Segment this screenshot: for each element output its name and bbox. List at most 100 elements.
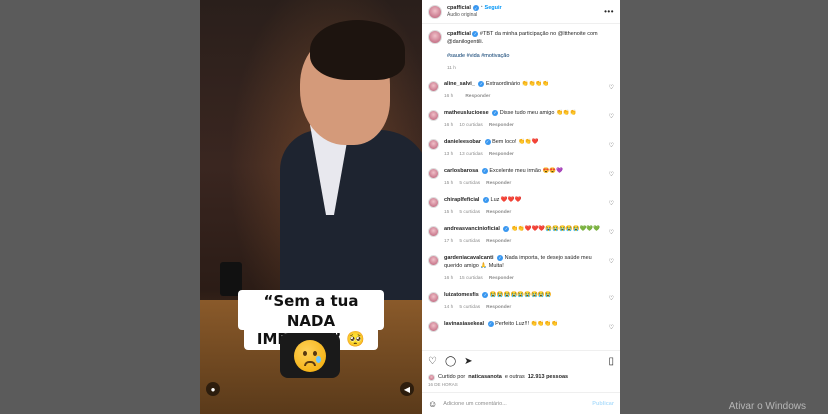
heart-icon[interactable]: ♡ xyxy=(609,295,614,302)
comment-item: aline_salvi_ ✓ Extraordinário 👏👏👏👏 16 h … xyxy=(428,80,614,101)
comment-text: Extraordinário 👏👏👏👏 xyxy=(485,81,550,88)
commenter-avatar[interactable] xyxy=(428,167,439,179)
comment-text: Luz ❤️❤️❤️ xyxy=(490,197,522,204)
reply-button[interactable]: Responder xyxy=(489,276,514,283)
reply-button[interactable]: Responder xyxy=(486,239,511,246)
likes-summary[interactable]: Curtido por naticasanota e outras 12.913… xyxy=(422,372,620,382)
commenter-avatar[interactable] xyxy=(428,80,439,92)
comment-likes[interactable]: 5 curtidas xyxy=(459,210,480,217)
comment-text: 👏👏❤️❤️❤️😭😭😭😭😭💚💚💚 xyxy=(511,226,601,233)
commenter-avatar[interactable] xyxy=(428,197,439,208)
heart-icon[interactable]: ♡ xyxy=(609,229,614,236)
heart-icon[interactable]: ♡ xyxy=(609,200,614,207)
heart-icon[interactable]: ♡ xyxy=(609,84,614,91)
comment-time: 13 h xyxy=(444,152,454,158)
action-bar: ♡ ◯ ➤ ▯ xyxy=(422,350,620,372)
verified-icon: ✓ xyxy=(483,197,489,203)
commenter-avatar[interactable] xyxy=(428,226,439,238)
commenter-avatar[interactable] xyxy=(428,138,439,150)
heart-icon[interactable]: ♡ xyxy=(609,324,614,331)
commenter-username[interactable]: lavinasiasekeal xyxy=(444,321,484,327)
verified-icon: ✓ xyxy=(484,138,491,145)
follow-button[interactable]: Seguir xyxy=(485,5,502,12)
post-modal: “Sem a tua saúde, NADA IMPORTA” 🥺 ● ◀ cp… xyxy=(200,0,620,414)
video-player[interactable]: “Sem a tua saúde, NADA IMPORTA” 🥺 ● ◀ xyxy=(200,0,422,414)
reply-button[interactable]: Responder xyxy=(486,210,511,217)
commenter-avatar[interactable] xyxy=(428,255,439,267)
commenter-avatar[interactable] xyxy=(428,292,439,304)
commenter-username[interactable]: aline_salvi_ xyxy=(444,81,475,87)
emoji-icon[interactable]: ☺ xyxy=(428,399,437,409)
author-avatar[interactable] xyxy=(428,4,442,19)
commenter-username[interactable]: gardeniacavalcanti xyxy=(444,255,494,261)
likes-suffix: e outras xyxy=(504,374,525,380)
comment-text: Perfeito Luz!!! 👏👏👏👏 xyxy=(495,321,558,328)
verified-icon: ✓ xyxy=(472,31,479,37)
comment-likes[interactable]: 5 curtidas xyxy=(459,239,480,246)
comment-text: Disse tudo meu amigo 👏👏👏 xyxy=(499,110,577,117)
caption-hashtags[interactable]: #saude #vida #motivação xyxy=(447,52,614,60)
publish-button[interactable]: Publicar xyxy=(592,401,614,407)
windows-activation-watermark: Ativar o Windows xyxy=(728,401,806,412)
comment-icon[interactable]: ◯ xyxy=(445,356,456,367)
heart-icon[interactable]: ♡ xyxy=(428,356,437,367)
commenter-username[interactable]: andreasvancinioficial xyxy=(444,226,500,232)
heart-icon[interactable]: ♡ xyxy=(609,113,614,120)
crying-face-icon xyxy=(294,339,326,372)
commenter-avatar[interactable] xyxy=(428,109,439,121)
comment-time: 16 h xyxy=(444,123,454,129)
comment-time: 15 h xyxy=(444,210,454,216)
comment-text: Bem loco! 👏👏❤️ xyxy=(492,139,539,146)
verified-icon: ✓ xyxy=(492,109,499,116)
reply-button[interactable]: Responder xyxy=(486,181,511,188)
comment-item: lavinasiasekeal ✓ Perfeito Luz!!! 👏👏👏👏 ♡ xyxy=(428,321,614,334)
mute-icon[interactable]: ◀ xyxy=(400,382,414,396)
comment-item: gardeniacavalcanti ✓ Nada importa, te de… xyxy=(428,255,614,283)
verified-icon: ✓ xyxy=(487,321,494,328)
comment-item: chiraplfeficial ✓ Luz ❤️❤️❤️ 15 h 5 curt… xyxy=(428,197,614,217)
heart-icon[interactable]: ♡ xyxy=(609,171,614,178)
commenter-username[interactable]: chiraplfeficial xyxy=(444,197,479,203)
commenter-username[interactable]: matheuslucioese xyxy=(444,110,489,116)
likes-prefix: Curtido por xyxy=(438,374,466,380)
person-hair xyxy=(310,20,405,80)
comment-likes[interactable]: 5 curtidas xyxy=(459,181,480,188)
comment-likes[interactable]: 15 curtidas xyxy=(459,276,482,283)
post-caption: cpafficial ✓ #TBT da minha participação … xyxy=(428,30,614,72)
comment-likes[interactable]: 10 curtidas xyxy=(459,123,482,130)
post-date: 16 DE HORAS xyxy=(428,382,458,387)
comment-likes[interactable]: 13 curtidas xyxy=(459,152,482,159)
comment-likes[interactable]: 5 curtidas xyxy=(459,305,480,312)
heart-icon[interactable]: ♡ xyxy=(609,258,614,265)
commenter-username[interactable]: luizatomesfis xyxy=(444,292,479,298)
reply-button[interactable]: Responder xyxy=(486,305,511,312)
share-icon[interactable]: ➤ xyxy=(464,356,472,367)
caption-username[interactable]: cpafficial xyxy=(447,31,471,37)
reply-button[interactable]: Responder xyxy=(489,123,514,130)
bookmark-icon[interactable]: ▯ xyxy=(608,356,614,367)
verified-icon: ✓ xyxy=(497,255,504,262)
comment-item: carlosbarosa ✓ Excelente meu irmão 😍😍💜 1… xyxy=(428,167,614,188)
commenter-avatar[interactable] xyxy=(428,321,439,333)
comment-input[interactable]: Adicione um comentário... xyxy=(443,401,507,407)
verified-icon: ✓ xyxy=(503,226,510,233)
audio-label[interactable]: Áudio original xyxy=(447,12,502,18)
post-header: cpafficial ✓ • Seguir Áudio original ••• xyxy=(422,0,620,24)
comment-time: 17 h xyxy=(444,239,454,245)
reply-button[interactable]: Responder xyxy=(465,94,490,101)
commenter-username[interactable]: carlosbarosa xyxy=(444,168,478,174)
author-avatar[interactable] xyxy=(428,30,442,44)
more-icon[interactable]: ••• xyxy=(604,7,614,16)
likes-first-user[interactable]: naticasanota xyxy=(468,374,502,380)
comment-time: 15 h xyxy=(444,181,454,187)
commenter-username[interactable]: danieleesobar xyxy=(444,139,481,145)
heart-icon[interactable]: ♡ xyxy=(609,142,614,149)
comment-item: andreasvancinioficial ✓ 👏👏❤️❤️❤️😭😭😭😭😭💚💚💚… xyxy=(428,226,614,246)
comment-item: matheuslucioese ✓ Disse tudo meu amigo 👏… xyxy=(428,109,614,130)
likes-count[interactable]: 12.913 pessoas xyxy=(528,374,568,380)
tagged-user-icon[interactable]: ● xyxy=(206,382,220,396)
author-username[interactable]: cpafficial xyxy=(447,5,471,12)
comment-item: danieleesobar ✓ Bem loco! 👏👏❤️ 13 h 13 c… xyxy=(428,138,614,159)
comments-list[interactable]: cpafficial ✓ #TBT da minha participação … xyxy=(422,24,620,350)
reply-button[interactable]: Responder xyxy=(489,152,514,159)
